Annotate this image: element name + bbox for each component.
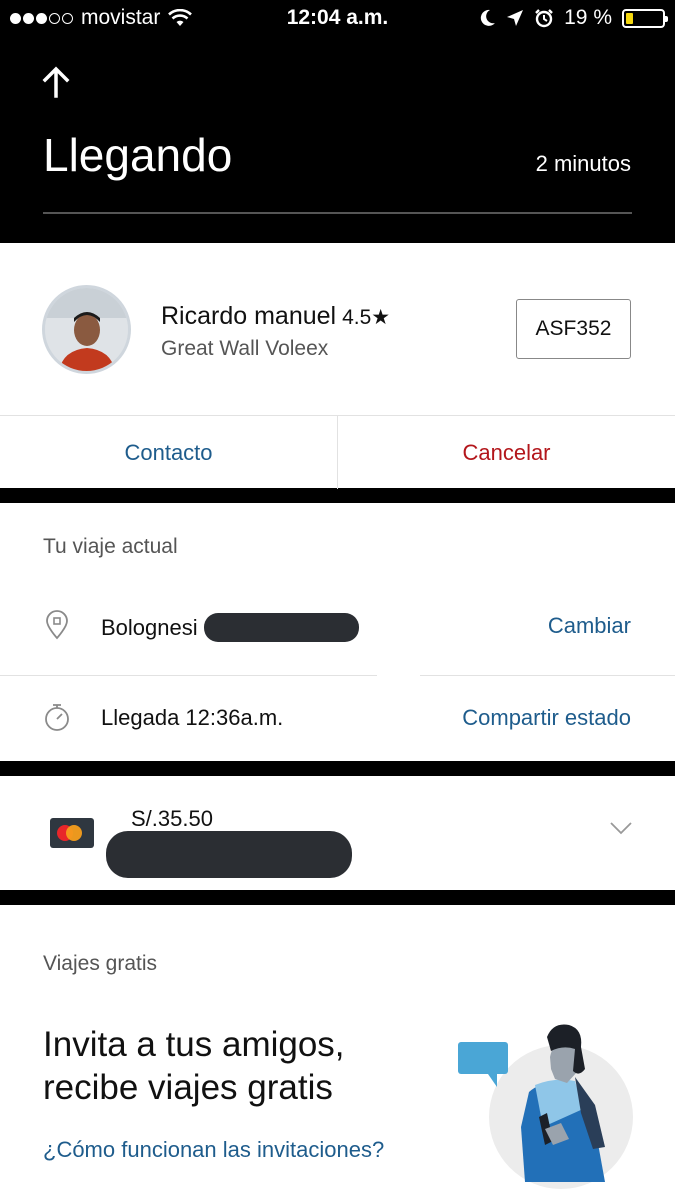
chevron-down-icon[interactable] (609, 820, 633, 836)
alarm-icon (535, 9, 553, 28)
cancel-button[interactable]: Cancelar (338, 416, 675, 489)
destination-text: Bolognesi (101, 613, 359, 642)
mastercard-icon (50, 818, 94, 848)
moon-icon (480, 9, 496, 26)
payment-section[interactable]: S/.35.50 (0, 776, 675, 890)
driver-actions: Contacto Cancelar (0, 415, 675, 489)
destination-row: Bolognesi Cambiar (0, 586, 675, 666)
share-status-link[interactable]: Compartir estado (462, 705, 631, 731)
driver-name-line: Ricardo manuel 4.5★ (161, 302, 390, 331)
driver-car: Great Wall Voleex (161, 337, 329, 360)
current-trip-section: Tu viaje actual Bolognesi Cambiar Llegad… (0, 503, 675, 761)
free-trips-section: Viajes gratis Invita a tus amigos, recib… (0, 905, 675, 1200)
battery-percent: 19 % (564, 6, 612, 29)
destination-name: Bolognesi (101, 614, 198, 640)
location-pin-icon (46, 610, 68, 640)
trip-divider-right (420, 675, 675, 676)
invite-person-illustration (458, 1024, 633, 1189)
change-destination-link[interactable]: Cambiar (548, 613, 631, 639)
trip-section-label: Tu viaje actual (43, 535, 178, 558)
invite-headline: Invita a tus amigos, recibe viajes grati… (43, 1025, 345, 1107)
license-plate: ASF352 (516, 299, 631, 359)
trip-divider-left (0, 675, 377, 676)
location-arrow-icon (507, 10, 524, 26)
header: Llegando 2 minutos (0, 38, 675, 243)
header-divider (43, 212, 632, 214)
battery-icon (622, 8, 668, 28)
redacted-payment-info (106, 831, 352, 878)
status-right: 19 % (480, 6, 668, 30)
driver-photo (45, 288, 128, 371)
arrival-row: Llegada 12:36a.m. Compartir estado (0, 678, 675, 758)
fare-amount: S/.35.50 (131, 806, 213, 831)
driver-card: Ricardo manuel 4.5★ Great Wall Voleex ASF… (0, 243, 675, 415)
free-trips-label: Viajes gratis (43, 952, 158, 975)
how-invitations-work-link[interactable]: ¿Cómo funcionan las invitaciones? (43, 1137, 384, 1163)
contact-button[interactable]: Contacto (0, 416, 337, 489)
redacted-address (203, 613, 359, 642)
arrival-time: Llegada 12:36a.m. (101, 705, 284, 730)
collapse-arrow-icon[interactable] (38, 64, 74, 100)
page-title: Llegando (43, 129, 233, 181)
status-bar: movistar 12:04 a.m. 19 % (0, 0, 675, 38)
stopwatch-icon (45, 704, 69, 731)
driver-rating: 4.5★ (342, 306, 391, 329)
driver-avatar[interactable] (42, 285, 131, 374)
eta-text: 2 minutos (535, 151, 631, 176)
battery-fill (626, 12, 634, 24)
driver-name: Ricardo manuel (161, 302, 337, 330)
